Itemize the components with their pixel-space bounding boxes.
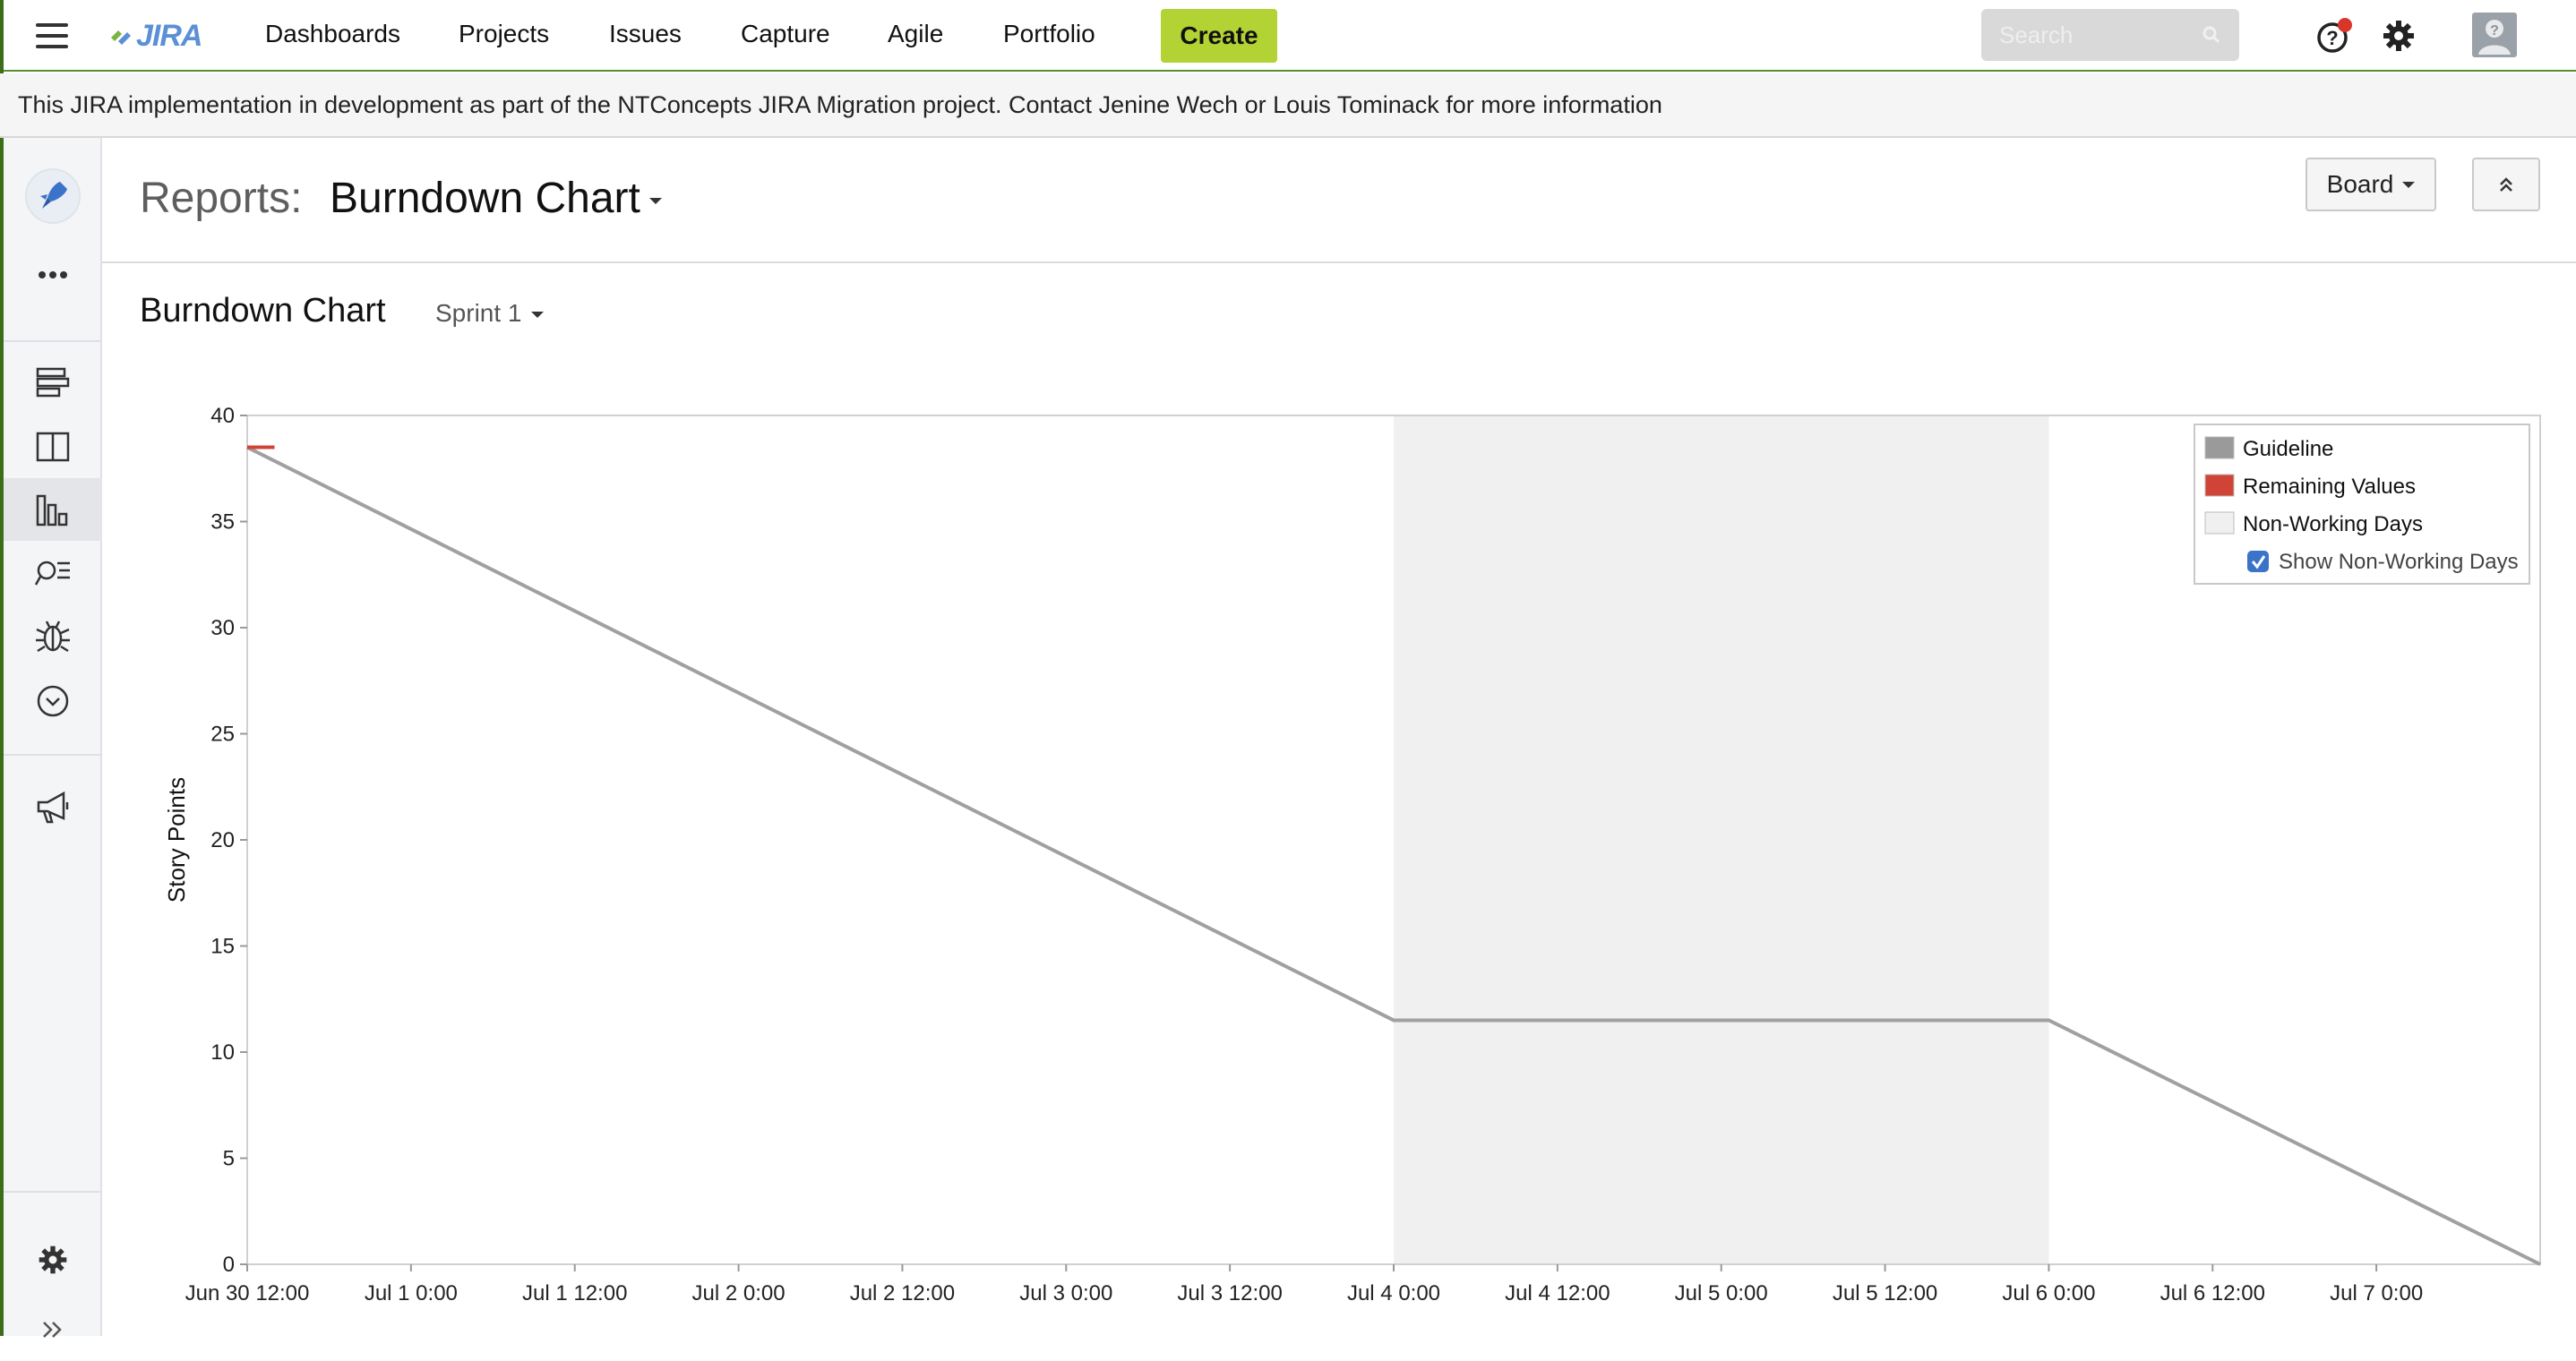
x-tick-label: Jul 2 0:00 <box>692 1281 786 1305</box>
x-tick-label: Jul 4 12:00 <box>1505 1281 1610 1305</box>
y-tick-label: 40 <box>210 404 235 428</box>
show-non-working-days-label: Show Non-Working Days <box>2279 550 2519 574</box>
y-tick-label: 15 <box>210 935 235 959</box>
x-tick-label: Jul 1 0:00 <box>365 1281 458 1305</box>
y-tick-label: 35 <box>210 510 235 535</box>
legend-label: Remaining Values <box>2243 475 2416 499</box>
y-axis-label: Story Points <box>163 777 190 903</box>
y-tick-label: 25 <box>210 723 235 747</box>
x-tick-label: Jul 3 0:00 <box>1019 1281 1112 1305</box>
y-tick-label: 20 <box>210 828 235 852</box>
x-tick-label: Jul 5 0:00 <box>1675 1281 1768 1305</box>
x-tick-label: Jul 6 0:00 <box>2002 1281 2095 1305</box>
legend-label: Non-Working Days <box>2243 512 2423 536</box>
x-tick-label: Jul 6 12:00 <box>2160 1281 2265 1305</box>
x-tick-label: Jul 3 12:00 <box>1177 1281 1282 1305</box>
x-tick-label: Jul 4 0:00 <box>1347 1281 1440 1305</box>
legend-label: Guideline <box>2243 437 2333 461</box>
y-tick-label: 30 <box>210 616 235 640</box>
legend-swatch <box>2204 511 2235 535</box>
x-tick-label: Jul 2 12:00 <box>850 1281 955 1305</box>
y-tick-label: 0 <box>223 1253 235 1277</box>
x-tick-label: Jul 5 12:00 <box>1833 1281 1937 1305</box>
show-non-working-days-checkbox[interactable] <box>2247 551 2269 572</box>
x-tick-label: Jul 1 12:00 <box>522 1281 627 1305</box>
legend-swatch <box>2204 436 2235 459</box>
burndown-chart: 0 5 10 15 20 25 30 35 40 Jun 30 12:00 Jul 1 0:00 Ju… <box>163 404 2541 1305</box>
y-tick-label: 5 <box>223 1147 235 1171</box>
non-working-days-band <box>1394 415 2049 1264</box>
x-tick-label: Jul 7 0:00 <box>2330 1281 2423 1305</box>
legend-swatch <box>2204 474 2235 497</box>
x-tick-label: Jun 30 12:00 <box>185 1281 310 1305</box>
y-tick-label: 10 <box>210 1040 235 1065</box>
